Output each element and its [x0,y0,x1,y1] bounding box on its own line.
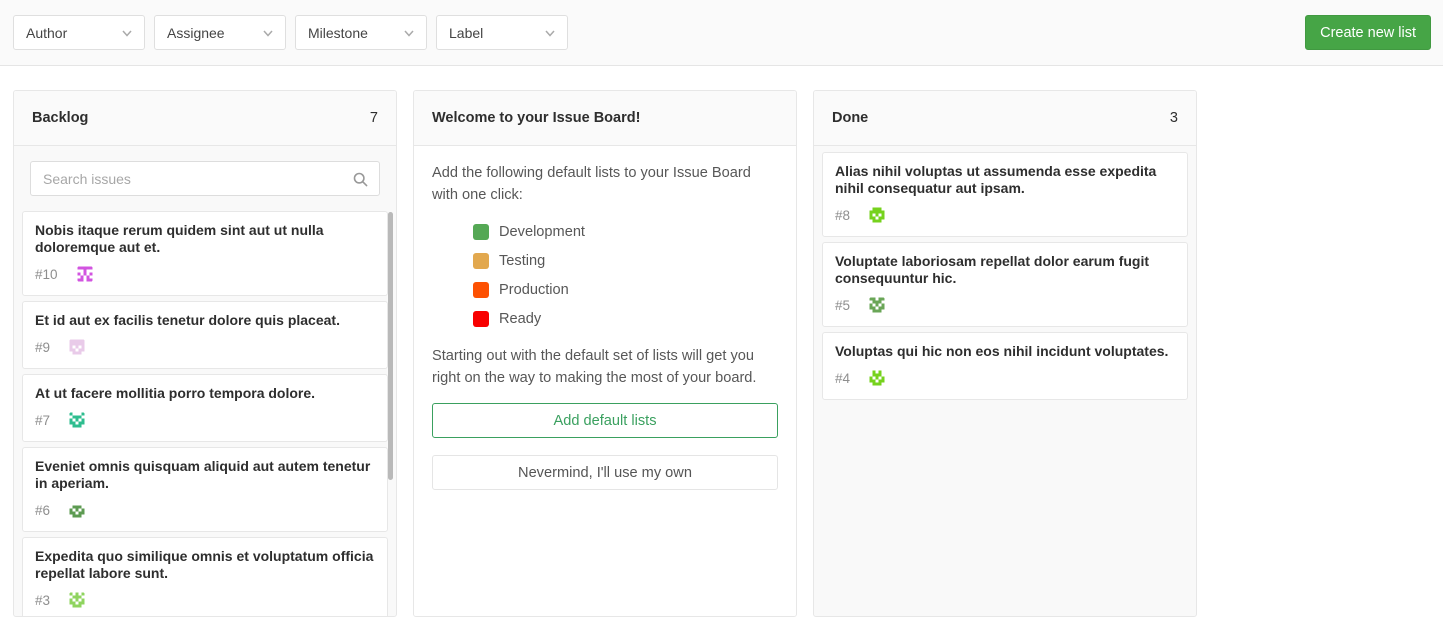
default-list-label: Ready [499,311,541,327]
issue-card[interactable]: Alias nihil voluptas ut assumenda esse e… [822,152,1188,237]
default-list-item: Production [473,275,778,304]
label-color-swatch [473,253,489,269]
issue-count-badge: 3 [1170,110,1178,126]
issue-card-footer: #8 [835,205,1175,225]
label-filter-dropdown[interactable]: Label [436,15,568,50]
author-filter-label: Author [26,25,67,41]
blank-state-body: Add the following default lists to your … [414,146,796,616]
default-list-item: Ready [473,304,778,333]
issue-id: #8 [835,208,850,223]
issue-card-footer: #9 [35,337,375,357]
assignee-avatar-identicon[interactable] [67,337,87,357]
issue-card[interactable]: Voluptate laboriosam repellat dolor earu… [822,242,1188,327]
milestone-filter-dropdown[interactable]: Milestone [295,15,427,50]
nevermind-button[interactable]: Nevermind, I'll use my own [432,455,778,490]
issue-title-link[interactable]: Nobis itaque rerum quidem sint aut ut nu… [35,222,375,256]
issue-id: #6 [35,503,50,518]
issue-id: #7 [35,413,50,428]
default-lists: Development Testing Production R [432,217,778,333]
column-title: Backlog [32,110,88,126]
vertical-scrollbar[interactable] [388,212,393,480]
issue-title-link[interactable]: Expedita quo similique omnis et voluptat… [35,548,375,582]
chevron-down-icon [403,27,415,39]
board-column-done: Done 3 Alias nihil voluptas ut assumenda… [813,90,1197,617]
issue-title-link[interactable]: Voluptas qui hic non eos nihil incidunt … [835,343,1175,360]
filter-bar: Author Assignee Milestone Label Create n… [0,0,1443,66]
label-color-swatch [473,311,489,327]
search-row [14,146,396,205]
default-list-item: Testing [473,246,778,275]
issue-title-link[interactable]: Voluptate laboriosam repellat dolor earu… [835,253,1175,287]
issue-card[interactable]: Expedita quo similique omnis et voluptat… [22,537,388,616]
board-column-welcome: Welcome to your Issue Board! Add the fol… [413,90,797,617]
issue-title-link[interactable]: At ut facere mollitia porro tempora dolo… [35,385,375,402]
assignee-avatar-identicon[interactable] [67,590,87,610]
column-title: Welcome to your Issue Board! [432,110,640,126]
issue-id: #4 [835,371,850,386]
issue-card-footer: #4 [835,368,1175,388]
default-list-item: Development [473,217,778,246]
assignee-avatar-identicon[interactable] [867,205,887,225]
chevron-down-icon [121,27,133,39]
chevron-down-icon [544,27,556,39]
issue-card[interactable]: Nobis itaque rerum quidem sint aut ut nu… [22,211,388,296]
assignee-filter-label: Assignee [167,25,225,41]
search-icon [353,172,368,187]
label-color-swatch [473,224,489,240]
issue-id: #10 [35,267,58,282]
default-list-label: Testing [499,253,545,269]
issue-count-badge: 7 [370,110,378,126]
done-card-list: Alias nihil voluptas ut assumenda esse e… [814,146,1196,616]
default-list-label: Development [499,224,585,240]
issue-title-link[interactable]: Eveniet omnis quisquam aliquid aut autem… [35,458,375,492]
issue-id: #9 [35,340,50,355]
issue-card-footer: #6 [35,500,375,520]
column-header: Backlog 7 [14,91,396,146]
board-column-backlog: Backlog 7 Nobis itaque rerum quidem sint… [13,90,397,617]
column-header: Welcome to your Issue Board! [414,91,796,146]
column-header: Done 3 [814,91,1196,146]
assignee-avatar-identicon[interactable] [75,264,95,284]
issue-card-footer: #7 [35,410,375,430]
issue-card-footer: #10 [35,264,375,284]
issue-card[interactable]: Eveniet omnis quisquam aliquid aut autem… [22,447,388,532]
blank-state-outro: Starting out with the default set of lis… [432,345,778,389]
default-list-label: Production [499,282,569,298]
assignee-avatar-identicon[interactable] [67,410,87,430]
chevron-down-icon [262,27,274,39]
assignee-avatar-identicon[interactable] [867,368,887,388]
column-title: Done [832,110,868,126]
issue-card[interactable]: At ut facere mollitia porro tempora dolo… [22,374,388,442]
blank-state-intro: Add the following default lists to your … [432,162,778,206]
issue-card[interactable]: Voluptas qui hic non eos nihil incidunt … [822,332,1188,400]
issue-board: Backlog 7 Nobis itaque rerum quidem sint… [0,66,1443,617]
issue-card-footer: #3 [35,590,375,610]
issue-card[interactable]: Et id aut ex facilis tenetur dolore quis… [22,301,388,369]
milestone-filter-label: Milestone [308,25,368,41]
assignee-filter-dropdown[interactable]: Assignee [154,15,286,50]
backlog-card-list: Nobis itaque rerum quidem sint aut ut nu… [14,205,396,616]
issue-id: #3 [35,593,50,608]
assignee-avatar-identicon[interactable] [67,500,87,520]
author-filter-dropdown[interactable]: Author [13,15,145,50]
issue-title-link[interactable]: Alias nihil voluptas ut assumenda esse e… [835,163,1175,197]
search-issues-input[interactable] [30,161,380,196]
issue-id: #5 [835,298,850,313]
label-color-swatch [473,282,489,298]
create-new-list-button[interactable]: Create new list [1305,15,1431,50]
issue-title-link[interactable]: Et id aut ex facilis tenetur dolore quis… [35,312,375,329]
add-default-lists-button[interactable]: Add default lists [432,403,778,438]
issue-card-footer: #5 [835,295,1175,315]
label-filter-label: Label [449,25,483,41]
assignee-avatar-identicon[interactable] [867,295,887,315]
